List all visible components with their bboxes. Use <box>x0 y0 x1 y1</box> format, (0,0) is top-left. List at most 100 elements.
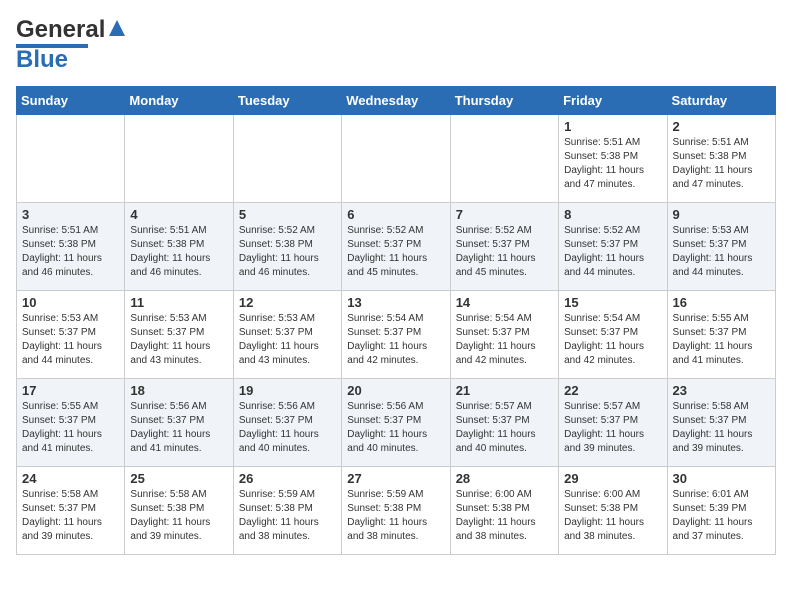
day-number: 21 <box>456 383 553 398</box>
calendar-table: SundayMondayTuesdayWednesdayThursdayFrid… <box>16 86 776 555</box>
day-cell: 21 Sunrise: 5:57 AM Sunset: 5:37 PM Dayli… <box>450 379 558 467</box>
day-cell: 25 Sunrise: 5:58 AM Sunset: 5:38 PM Dayli… <box>125 467 233 555</box>
day-cell: 22 Sunrise: 5:57 AM Sunset: 5:37 PM Dayli… <box>559 379 667 467</box>
weekday-header-friday: Friday <box>559 87 667 115</box>
day-cell: 10 Sunrise: 5:53 AM Sunset: 5:37 PM Dayli… <box>17 291 125 379</box>
logo-general: General <box>16 16 105 44</box>
day-info: Sunrise: 5:51 AM Sunset: 5:38 PM Dayligh… <box>22 224 119 280</box>
weekday-header-row: SundayMondayTuesdayWednesdayThursdayFrid… <box>17 87 776 115</box>
weekday-header-wednesday: Wednesday <box>342 87 450 115</box>
day-cell <box>342 115 450 203</box>
day-number: 14 <box>456 295 553 310</box>
day-info: Sunrise: 6:00 AM Sunset: 5:38 PM Dayligh… <box>564 488 661 544</box>
day-info: Sunrise: 5:57 AM Sunset: 5:37 PM Dayligh… <box>564 400 661 456</box>
weekday-header-tuesday: Tuesday <box>233 87 341 115</box>
day-number: 29 <box>564 471 661 486</box>
day-number: 22 <box>564 383 661 398</box>
day-cell: 7 Sunrise: 5:52 AM Sunset: 5:37 PM Daylig… <box>450 203 558 291</box>
day-cell: 24 Sunrise: 5:58 AM Sunset: 5:37 PM Dayli… <box>17 467 125 555</box>
day-number: 24 <box>22 471 119 486</box>
day-cell: 19 Sunrise: 5:56 AM Sunset: 5:37 PM Dayli… <box>233 379 341 467</box>
day-info: Sunrise: 5:56 AM Sunset: 5:37 PM Dayligh… <box>130 400 227 456</box>
day-info: Sunrise: 5:53 AM Sunset: 5:37 PM Dayligh… <box>130 312 227 368</box>
logo: General Blue <box>16 16 127 74</box>
day-cell: 30Sunrise: 6:01 AM Sunset: 5:39 PM Dayli… <box>667 467 775 555</box>
day-info: Sunrise: 5:54 AM Sunset: 5:37 PM Dayligh… <box>456 312 553 368</box>
day-cell: 29 Sunrise: 6:00 AM Sunset: 5:38 PM Dayli… <box>559 467 667 555</box>
day-number: 30 <box>673 471 770 486</box>
day-info: Sunrise: 5:59 AM Sunset: 5:38 PM Dayligh… <box>347 488 444 544</box>
day-info: Sunrise: 5:58 AM Sunset: 5:37 PM Dayligh… <box>22 488 119 544</box>
day-cell <box>17 115 125 203</box>
day-cell: 11 Sunrise: 5:53 AM Sunset: 5:37 PM Dayli… <box>125 291 233 379</box>
day-number: 2 <box>673 119 770 134</box>
day-info: Sunrise: 5:56 AM Sunset: 5:37 PM Dayligh… <box>239 400 336 456</box>
day-cell: 26 Sunrise: 5:59 AM Sunset: 5:38 PM Dayli… <box>233 467 341 555</box>
day-info: Sunrise: 5:51 AM Sunset: 5:38 PM Dayligh… <box>130 224 227 280</box>
day-number: 8 <box>564 207 661 222</box>
day-info: Sunrise: 5:53 AM Sunset: 5:37 PM Dayligh… <box>22 312 119 368</box>
day-cell <box>450 115 558 203</box>
day-number: 23 <box>673 383 770 398</box>
day-cell: 4 Sunrise: 5:51 AM Sunset: 5:38 PM Daylig… <box>125 203 233 291</box>
weekday-header-saturday: Saturday <box>667 87 775 115</box>
day-number: 15 <box>564 295 661 310</box>
day-info: Sunrise: 5:58 AM Sunset: 5:37 PM Dayligh… <box>673 400 770 456</box>
day-number: 28 <box>456 471 553 486</box>
day-info: Sunrise: 5:52 AM Sunset: 5:37 PM Dayligh… <box>347 224 444 280</box>
day-info: Sunrise: 6:00 AM Sunset: 5:38 PM Dayligh… <box>456 488 553 544</box>
logo-blue: Blue <box>16 46 68 74</box>
day-info: Sunrise: 5:52 AM Sunset: 5:37 PM Dayligh… <box>456 224 553 280</box>
day-cell: 28 Sunrise: 6:00 AM Sunset: 5:38 PM Dayli… <box>450 467 558 555</box>
day-number: 3 <box>22 207 119 222</box>
day-number: 10 <box>22 295 119 310</box>
day-info: Sunrise: 5:57 AM Sunset: 5:37 PM Dayligh… <box>456 400 553 456</box>
day-number: 7 <box>456 207 553 222</box>
day-info: Sunrise: 5:52 AM Sunset: 5:38 PM Dayligh… <box>239 224 336 280</box>
day-number: 9 <box>673 207 770 222</box>
day-cell <box>125 115 233 203</box>
day-info: Sunrise: 5:53 AM Sunset: 5:37 PM Dayligh… <box>673 224 770 280</box>
day-number: 19 <box>239 383 336 398</box>
weekday-header-monday: Monday <box>125 87 233 115</box>
day-info: Sunrise: 5:58 AM Sunset: 5:38 PM Dayligh… <box>130 488 227 544</box>
day-info: Sunrise: 5:54 AM Sunset: 5:37 PM Dayligh… <box>347 312 444 368</box>
day-number: 25 <box>130 471 227 486</box>
day-number: 17 <box>22 383 119 398</box>
week-row-3: 10 Sunrise: 5:53 AM Sunset: 5:37 PM Dayli… <box>17 291 776 379</box>
day-cell: 18Sunrise: 5:56 AM Sunset: 5:37 PM Dayli… <box>125 379 233 467</box>
day-number: 20 <box>347 383 444 398</box>
day-cell: 13 Sunrise: 5:54 AM Sunset: 5:37 PM Dayli… <box>342 291 450 379</box>
day-cell: 14 Sunrise: 5:54 AM Sunset: 5:37 PM Dayli… <box>450 291 558 379</box>
logo-icon <box>107 18 127 38</box>
day-cell: 2 Sunrise: 5:51 AM Sunset: 5:38 PM Daylig… <box>667 115 775 203</box>
day-info: Sunrise: 5:52 AM Sunset: 5:37 PM Dayligh… <box>564 224 661 280</box>
day-info: Sunrise: 5:56 AM Sunset: 5:37 PM Dayligh… <box>347 400 444 456</box>
day-info: Sunrise: 5:51 AM Sunset: 5:38 PM Dayligh… <box>673 136 770 192</box>
day-cell: 12Sunrise: 5:53 AM Sunset: 5:37 PM Dayli… <box>233 291 341 379</box>
day-number: 26 <box>239 471 336 486</box>
day-number: 13 <box>347 295 444 310</box>
day-cell: 27Sunrise: 5:59 AM Sunset: 5:38 PM Dayli… <box>342 467 450 555</box>
day-cell: 3 Sunrise: 5:51 AM Sunset: 5:38 PM Daylig… <box>17 203 125 291</box>
day-info: Sunrise: 5:55 AM Sunset: 5:37 PM Dayligh… <box>673 312 770 368</box>
day-cell: 20 Sunrise: 5:56 AM Sunset: 5:37 PM Dayli… <box>342 379 450 467</box>
day-number: 12 <box>239 295 336 310</box>
day-number: 5 <box>239 207 336 222</box>
week-row-5: 24 Sunrise: 5:58 AM Sunset: 5:37 PM Dayli… <box>17 467 776 555</box>
weekday-header-sunday: Sunday <box>17 87 125 115</box>
day-cell <box>233 115 341 203</box>
day-info: Sunrise: 5:51 AM Sunset: 5:38 PM Dayligh… <box>564 136 661 192</box>
day-cell: 16Sunrise: 5:55 AM Sunset: 5:37 PM Dayli… <box>667 291 775 379</box>
weekday-header-thursday: Thursday <box>450 87 558 115</box>
day-cell: 8 Sunrise: 5:52 AM Sunset: 5:37 PM Daylig… <box>559 203 667 291</box>
day-cell: 1 Sunrise: 5:51 AM Sunset: 5:38 PM Daylig… <box>559 115 667 203</box>
day-cell: 9 Sunrise: 5:53 AM Sunset: 5:37 PM Daylig… <box>667 203 775 291</box>
day-number: 4 <box>130 207 227 222</box>
day-cell: 6 Sunrise: 5:52 AM Sunset: 5:37 PM Daylig… <box>342 203 450 291</box>
day-info: Sunrise: 5:54 AM Sunset: 5:37 PM Dayligh… <box>564 312 661 368</box>
day-info: Sunrise: 5:59 AM Sunset: 5:38 PM Dayligh… <box>239 488 336 544</box>
day-number: 1 <box>564 119 661 134</box>
day-number: 6 <box>347 207 444 222</box>
day-number: 11 <box>130 295 227 310</box>
